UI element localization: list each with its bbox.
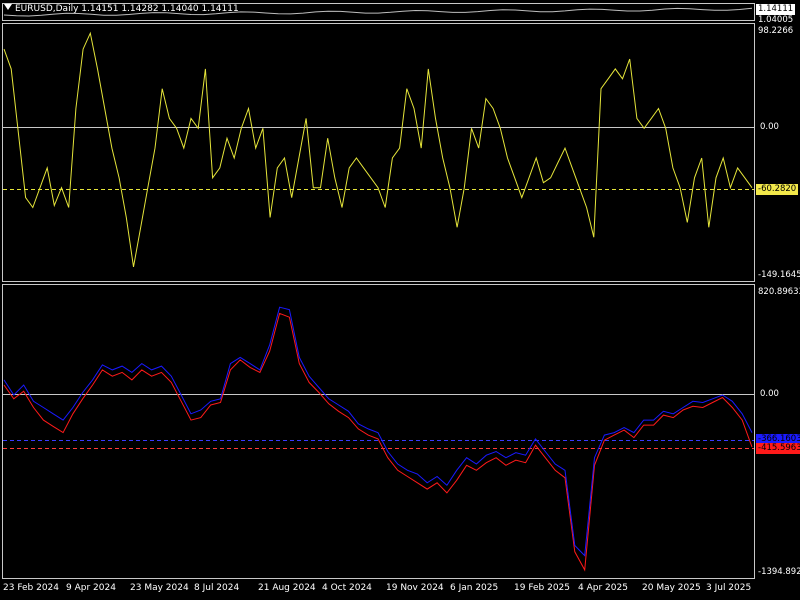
oscillator-level-tag: -60.2820 bbox=[756, 184, 799, 195]
oscillator-min-label: -149.1645 bbox=[758, 270, 800, 280]
x-axis-label: 19 Feb 2025 bbox=[514, 583, 571, 593]
chart-canvas bbox=[2, 3, 755, 579]
x-axis-label: 23 May 2024 bbox=[130, 583, 189, 593]
dual-pane-frame bbox=[2, 284, 755, 579]
dual-max-label: 820.89633 bbox=[758, 287, 800, 297]
dual-zero-label: 0.00 bbox=[760, 389, 779, 399]
x-axis-label: 19 Nov 2024 bbox=[386, 583, 444, 593]
x-axis-label: 23 Feb 2024 bbox=[3, 583, 60, 593]
oscillator-max-label: 98.2266 bbox=[758, 26, 794, 36]
dual-min-label: -1394.8927 bbox=[758, 567, 800, 577]
red-series-line bbox=[3, 312, 753, 572]
oscillator-line bbox=[3, 31, 753, 267]
x-axis-label: 21 Aug 2024 bbox=[258, 583, 316, 593]
red-series-tag: -415.5963 bbox=[756, 443, 800, 454]
x-axis-label: 20 May 2025 bbox=[642, 583, 701, 593]
oscillator-pane-frame bbox=[2, 23, 755, 282]
x-axis-label: 6 Jan 2025 bbox=[450, 583, 499, 593]
oscillator-zero-label: 0.00 bbox=[760, 122, 779, 132]
x-axis-label: 4 Apr 2025 bbox=[578, 583, 628, 593]
x-axis-label: 9 Apr 2024 bbox=[66, 583, 116, 593]
symbol-title[interactable]: EURUSD,Daily 1.14151 1.14282 1.14040 1.1… bbox=[4, 4, 239, 14]
x-axis-label: 3 Jul 2025 bbox=[706, 583, 752, 593]
blue-series-line bbox=[3, 306, 753, 557]
symbol-title-text: EURUSD,Daily 1.14151 1.14282 1.14040 1.1… bbox=[15, 4, 239, 14]
dropdown-triangle-icon[interactable] bbox=[4, 4, 12, 10]
x-axis-label: 8 Jul 2024 bbox=[194, 583, 240, 593]
current-price-tag: 1.14111 bbox=[756, 4, 796, 15]
price-max-label: 1.04005 bbox=[758, 15, 794, 25]
x-axis-label: 4 Oct 2024 bbox=[322, 583, 372, 593]
